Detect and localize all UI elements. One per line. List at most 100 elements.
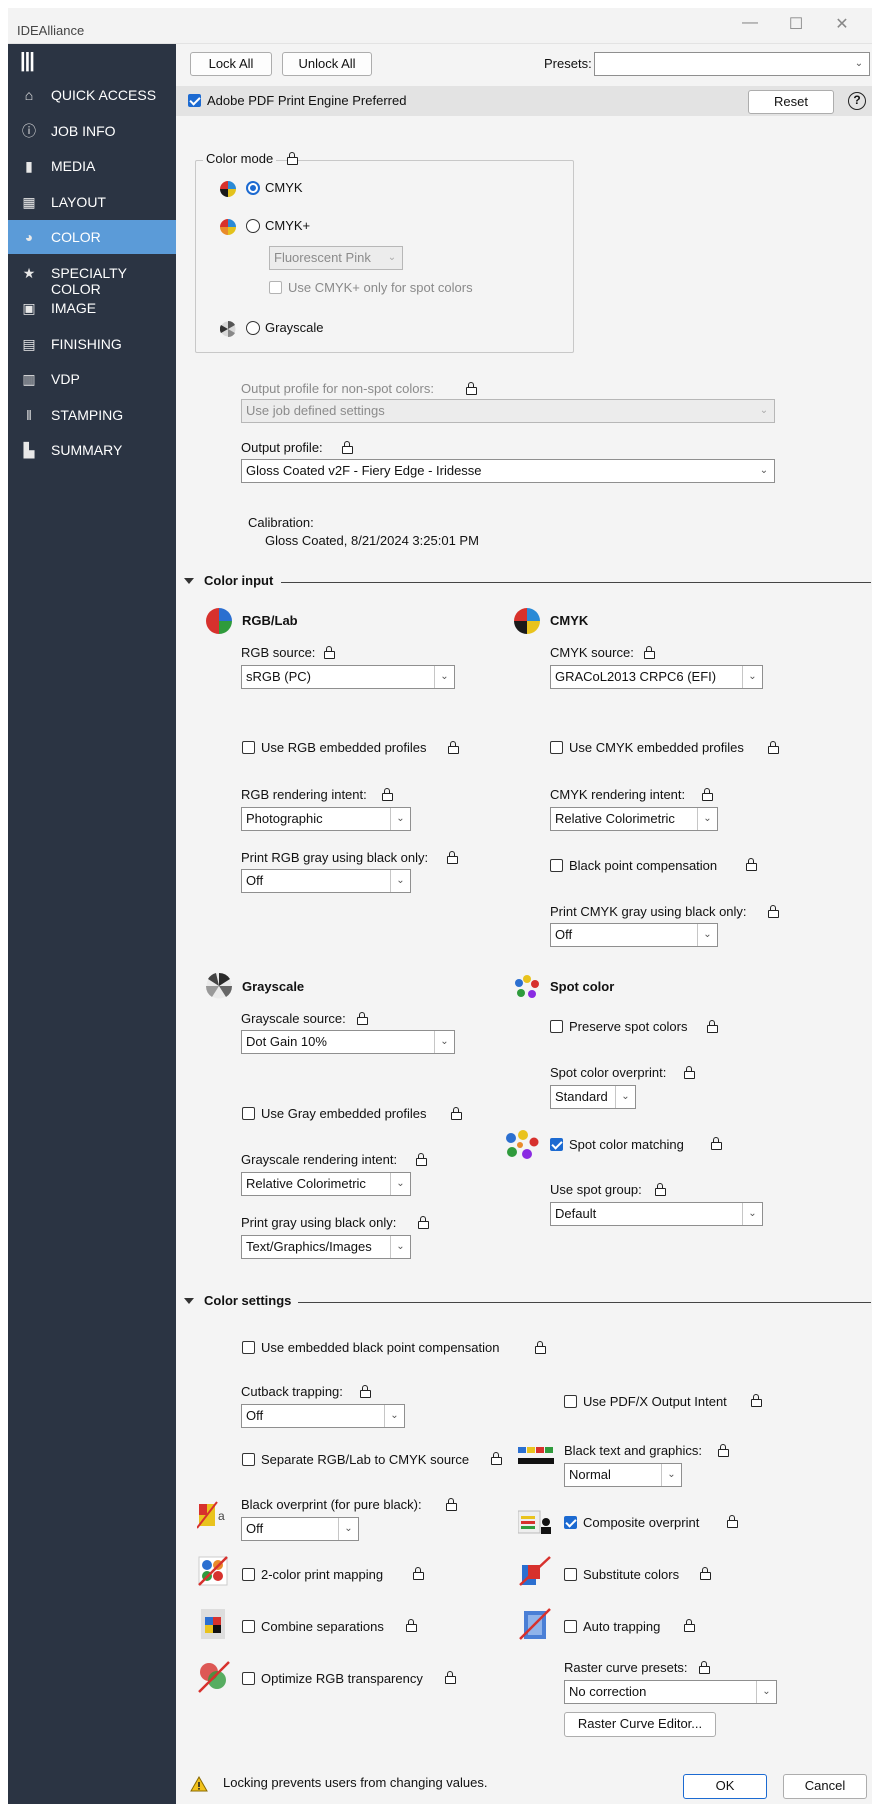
- sidebar-item-stamping[interactable]: ‖ STAMPING: [8, 398, 176, 432]
- cancel-button[interactable]: Cancel: [783, 1774, 867, 1799]
- lock-icon[interactable]: [447, 851, 458, 864]
- lock-icon[interactable]: [746, 858, 757, 871]
- help-icon[interactable]: ?: [848, 92, 866, 110]
- ok-button[interactable]: OK: [683, 1774, 767, 1799]
- lock-icon[interactable]: [406, 1619, 417, 1632]
- cutback-dropdown[interactable]: Off ⌄: [241, 1404, 405, 1428]
- lock-icon[interactable]: [751, 1394, 762, 1407]
- collapse-triangle-icon[interactable]: [184, 578, 194, 584]
- spot-overprint-dropdown[interactable]: Standard ⌄: [550, 1085, 636, 1109]
- sidebar-item-specialty-color[interactable]: ★ SPECIALTY COLOR: [8, 256, 176, 297]
- substitute-colors-checkbox[interactable]: [564, 1568, 577, 1581]
- optimize-transparency-checkbox[interactable]: [242, 1672, 255, 1685]
- rgb-embedded-checkbox[interactable]: [242, 741, 255, 754]
- minimize-button[interactable]: —: [740, 14, 760, 32]
- spot-group-dropdown[interactable]: Default ⌄: [550, 1202, 763, 1226]
- gray-source-dropdown[interactable]: Dot Gain 10% ⌄: [241, 1030, 455, 1054]
- cmyk-embedded-checkbox[interactable]: [550, 741, 563, 754]
- cmyk-gray-dropdown[interactable]: Off ⌄: [550, 923, 718, 947]
- raster-curve-editor-button[interactable]: Raster Curve Editor...: [564, 1712, 716, 1737]
- gray-black-dropdown[interactable]: Text/Graphics/Images ⌄: [241, 1235, 411, 1259]
- sidebar-item-job-info[interactable]: ⓘ JOB INFO: [8, 114, 176, 148]
- reset-button[interactable]: Reset: [748, 90, 834, 114]
- auto-trapping-checkbox[interactable]: [564, 1620, 577, 1633]
- rgb-source-dropdown[interactable]: sRGB (PC) ⌄: [241, 665, 455, 689]
- lock-icon[interactable]: [324, 646, 335, 659]
- preserve-spot-checkbox[interactable]: [550, 1020, 563, 1033]
- composite-overprint-checkbox[interactable]: [564, 1516, 577, 1529]
- output-profile-dropdown[interactable]: Gloss Coated v2F - Fiery Edge - Iridesse…: [241, 459, 775, 483]
- sidebar-item-vdp[interactable]: ▥ VDP: [8, 362, 176, 396]
- lock-icon[interactable]: [287, 152, 298, 165]
- black-point-compensation-checkbox[interactable]: [550, 859, 563, 872]
- rgb-embedded-label: Use RGB embedded profiles: [261, 740, 427, 755]
- lock-icon[interactable]: [644, 646, 655, 659]
- sidebar-item-summary[interactable]: ▙ SUMMARY: [8, 433, 176, 467]
- lock-icon[interactable]: [451, 1107, 462, 1120]
- adobe-pdf-engine-checkbox[interactable]: [188, 94, 201, 107]
- vdp-icon: ▥: [22, 371, 36, 387]
- unlock-all-button[interactable]: Unlock All: [282, 52, 372, 76]
- lock-icon[interactable]: [684, 1066, 695, 1079]
- lock-icon[interactable]: [382, 788, 393, 801]
- lock-icon[interactable]: [655, 1183, 666, 1196]
- lock-icon[interactable]: [342, 441, 353, 454]
- lock-icon[interactable]: [711, 1137, 722, 1150]
- collapse-triangle-icon[interactable]: [184, 1298, 194, 1304]
- rgb-lab-icon: [206, 608, 232, 634]
- presets-dropdown[interactable]: ⌄: [594, 52, 870, 76]
- black-overprint-dropdown[interactable]: Off ⌄: [241, 1517, 359, 1541]
- nonspot-profile-dropdown[interactable]: Use job defined settings ⌄: [241, 399, 775, 423]
- lock-icon[interactable]: [418, 1216, 429, 1229]
- black-text-dropdown[interactable]: Normal ⌄: [564, 1463, 682, 1487]
- embedded-bpc-checkbox[interactable]: [242, 1341, 255, 1354]
- lock-icon[interactable]: [700, 1567, 711, 1580]
- lock-icon[interactable]: [413, 1567, 424, 1580]
- raster-presets-dropdown[interactable]: No correction ⌄: [564, 1680, 777, 1704]
- lock-icon[interactable]: [360, 1385, 371, 1398]
- grayscale-radio[interactable]: [246, 321, 260, 335]
- lock-icon[interactable]: [768, 905, 779, 918]
- cmyk-plus-spot-checkbox[interactable]: [269, 281, 282, 294]
- lock-icon[interactable]: [491, 1452, 502, 1465]
- lock-icon[interactable]: [535, 1341, 546, 1354]
- menu-icon[interactable]: |||: [20, 50, 35, 73]
- lock-icon[interactable]: [684, 1619, 695, 1632]
- spot-matching-checkbox[interactable]: [550, 1138, 563, 1151]
- sidebar-item-layout[interactable]: ▦ LAYOUT: [8, 185, 176, 219]
- lock-icon[interactable]: [445, 1671, 456, 1684]
- lock-icon[interactable]: [727, 1515, 738, 1528]
- lock-icon[interactable]: [699, 1661, 710, 1674]
- combine-separations-checkbox[interactable]: [242, 1620, 255, 1633]
- sidebar-item-finishing[interactable]: ▤ FINISHING: [8, 327, 176, 361]
- lock-icon[interactable]: [718, 1444, 729, 1457]
- separate-rgb-label: Separate RGB/Lab to CMYK source: [261, 1452, 470, 1467]
- lock-icon[interactable]: [768, 741, 779, 754]
- gray-embedded-checkbox[interactable]: [242, 1107, 255, 1120]
- lock-icon[interactable]: [357, 1012, 368, 1025]
- rgb-gray-dropdown[interactable]: Off ⌄: [241, 869, 411, 893]
- lock-all-button[interactable]: Lock All: [190, 52, 272, 76]
- lock-icon[interactable]: [702, 788, 713, 801]
- sidebar-item-media[interactable]: ▮ MEDIA: [8, 149, 176, 183]
- cmyk-source-dropdown[interactable]: GRACoL2013 CRPC6 (EFI) ⌄: [550, 665, 763, 689]
- gray-intent-dropdown[interactable]: Relative Colorimetric ⌄: [241, 1172, 411, 1196]
- lock-icon[interactable]: [446, 1498, 457, 1511]
- pdfx-checkbox[interactable]: [564, 1395, 577, 1408]
- lock-icon[interactable]: [416, 1153, 427, 1166]
- cmyk-intent-dropdown[interactable]: Relative Colorimetric ⌄: [550, 807, 718, 831]
- separate-rgb-checkbox[interactable]: [242, 1453, 255, 1466]
- sidebar-item-quick-access[interactable]: ⌂ QUICK ACCESS: [8, 78, 176, 112]
- cmyk-plus-radio[interactable]: [246, 219, 260, 233]
- close-button[interactable]: ✕: [832, 14, 852, 34]
- fluorescent-dropdown[interactable]: Fluorescent Pink ⌄: [269, 246, 403, 270]
- two-color-checkbox[interactable]: [242, 1568, 255, 1581]
- lock-icon[interactable]: [466, 382, 477, 395]
- rgb-intent-dropdown[interactable]: Photographic ⌄: [241, 807, 411, 831]
- sidebar-item-image[interactable]: ▣ IMAGE: [8, 291, 176, 325]
- cmyk-radio[interactable]: [246, 181, 260, 195]
- lock-icon[interactable]: [707, 1020, 718, 1033]
- maximize-button[interactable]: ☐: [786, 14, 806, 34]
- sidebar-item-color[interactable]: ◕ COLOR: [8, 220, 176, 254]
- lock-icon[interactable]: [448, 741, 459, 754]
